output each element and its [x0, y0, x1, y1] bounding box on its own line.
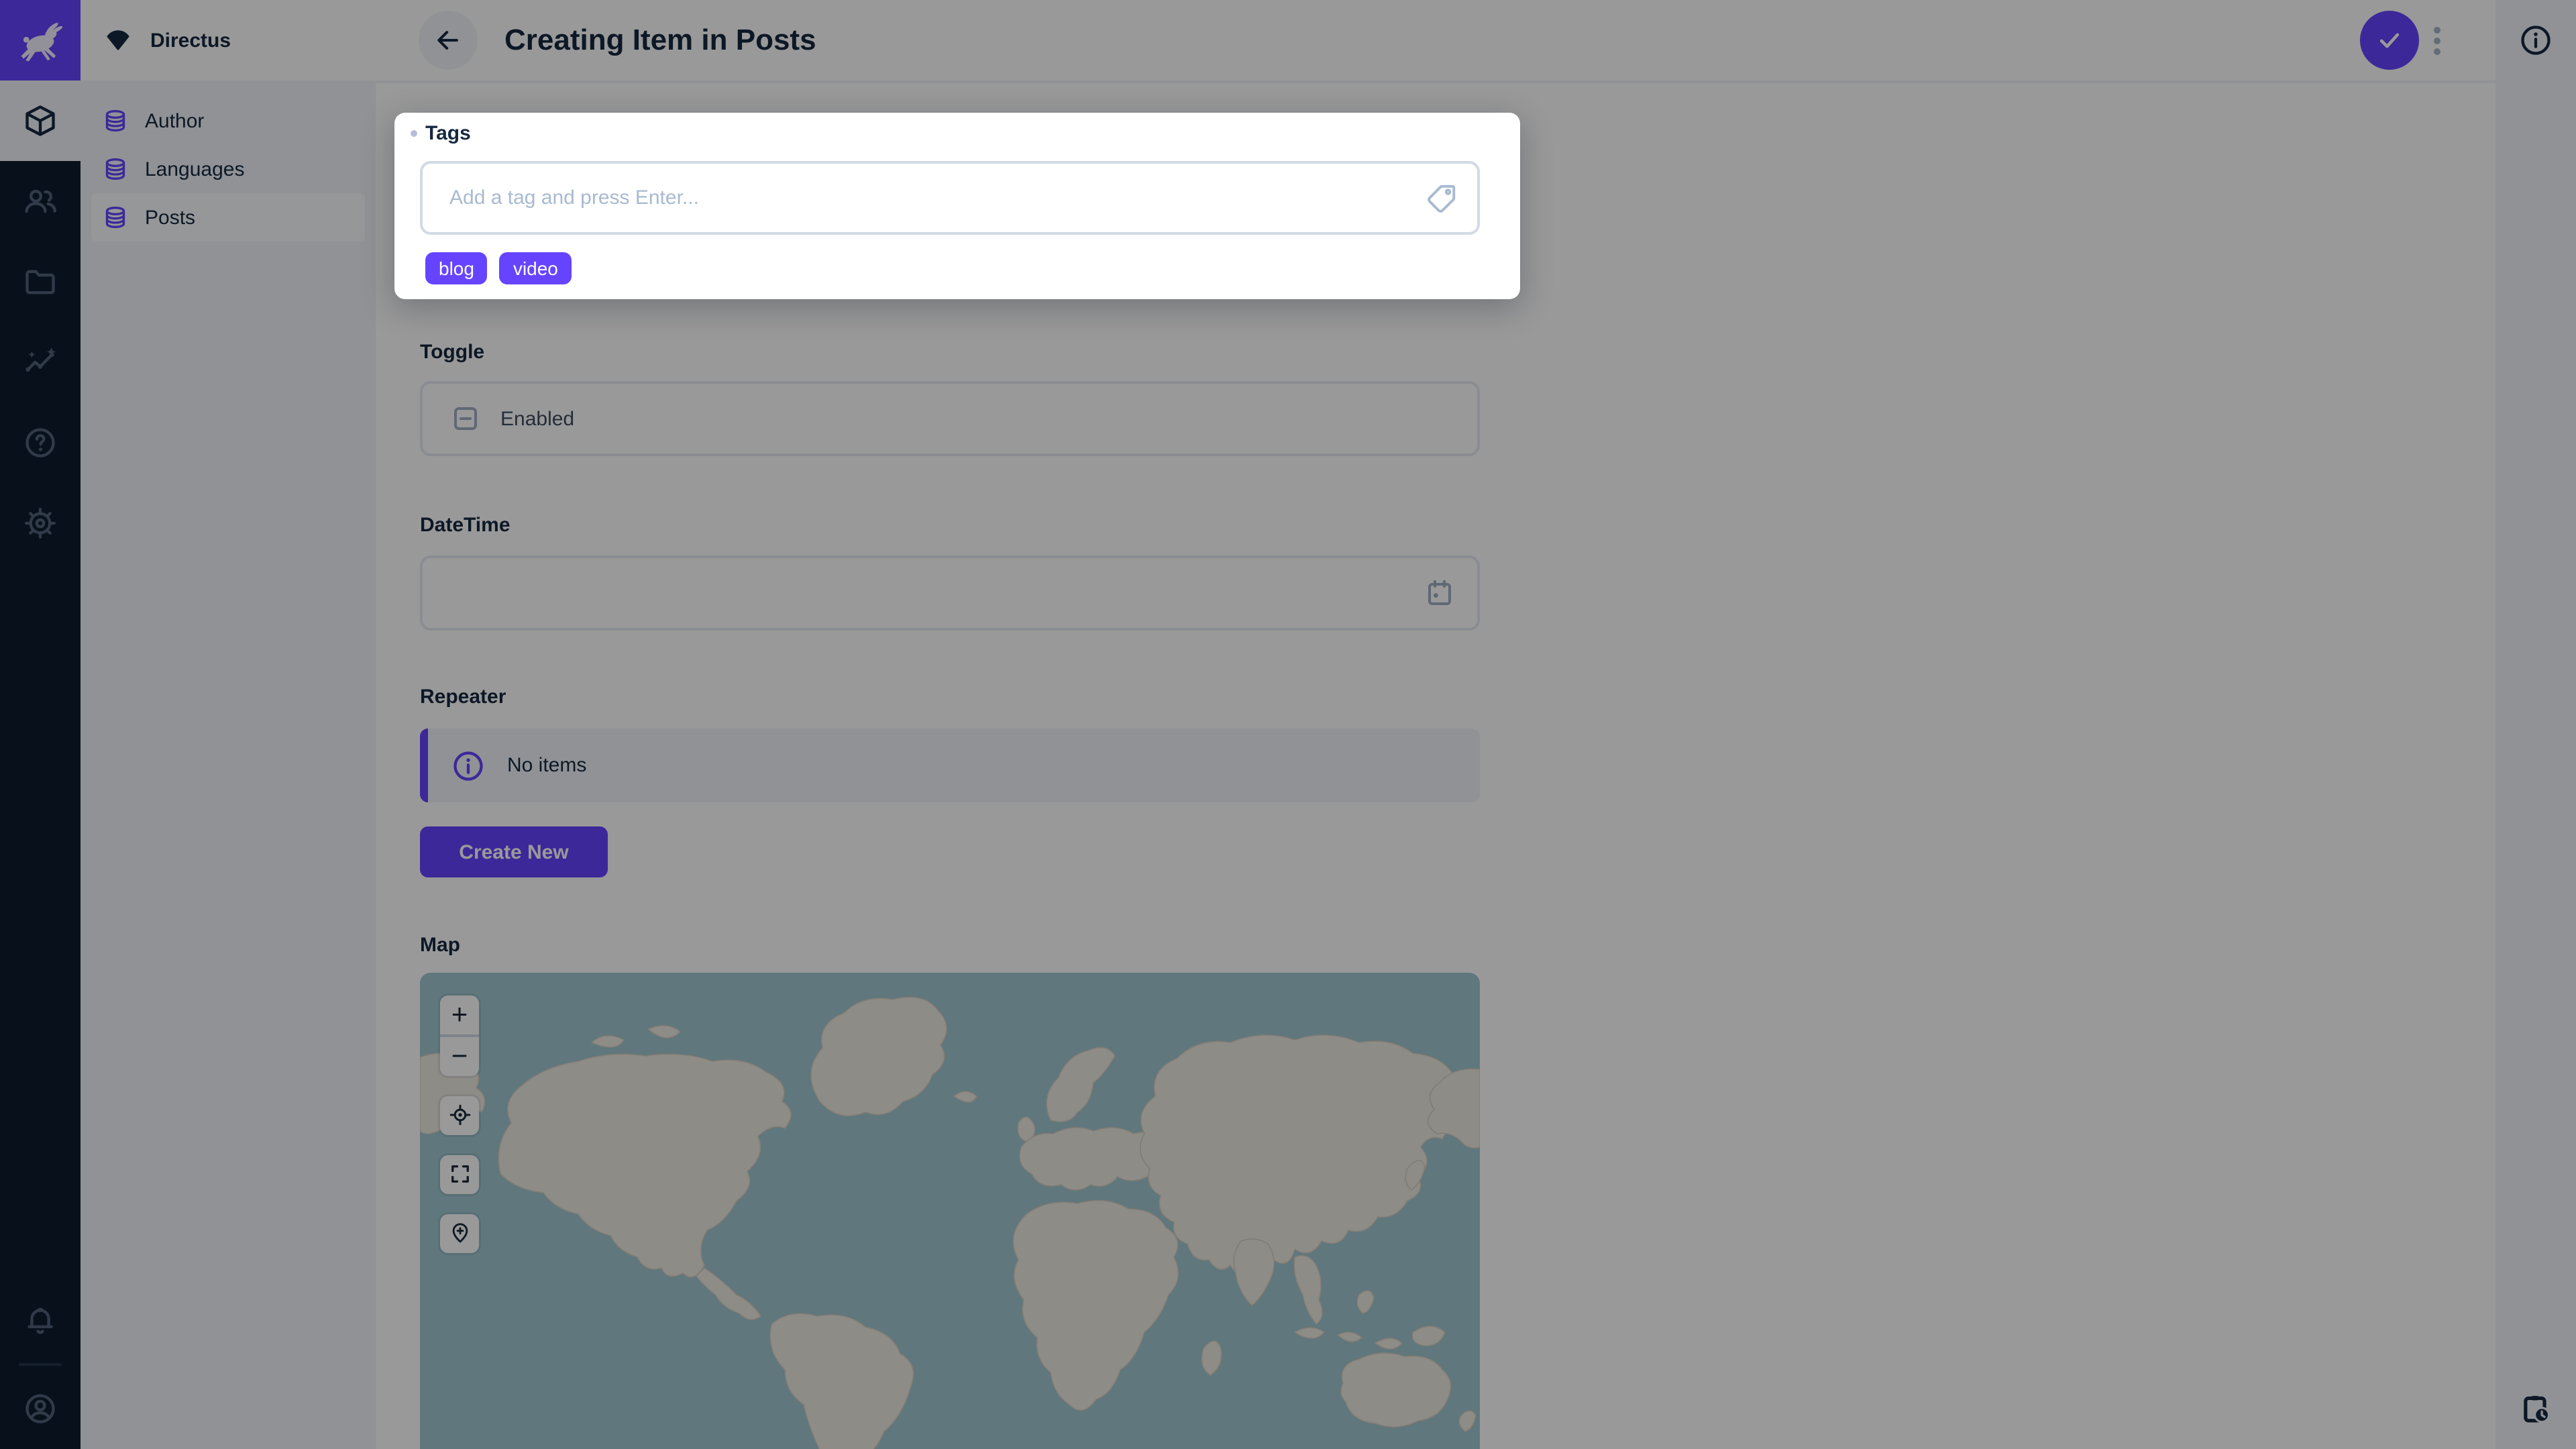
tag-icon: [1424, 181, 1458, 216]
app: Directus Author Languages: [0, 0, 2576, 1449]
tags-chip-list: blog video: [425, 252, 572, 284]
tag-chip[interactable]: blog: [425, 252, 488, 284]
tags-input-wrap: [420, 161, 1480, 235]
tag-chip[interactable]: video: [500, 252, 572, 284]
edited-dot-indicator: [411, 130, 417, 137]
tags-field-card: Tags blog video: [394, 113, 1520, 299]
tags-label-row: Tags: [411, 122, 471, 145]
tags-field-label: Tags: [425, 122, 471, 145]
tags-input[interactable]: [423, 164, 1477, 232]
